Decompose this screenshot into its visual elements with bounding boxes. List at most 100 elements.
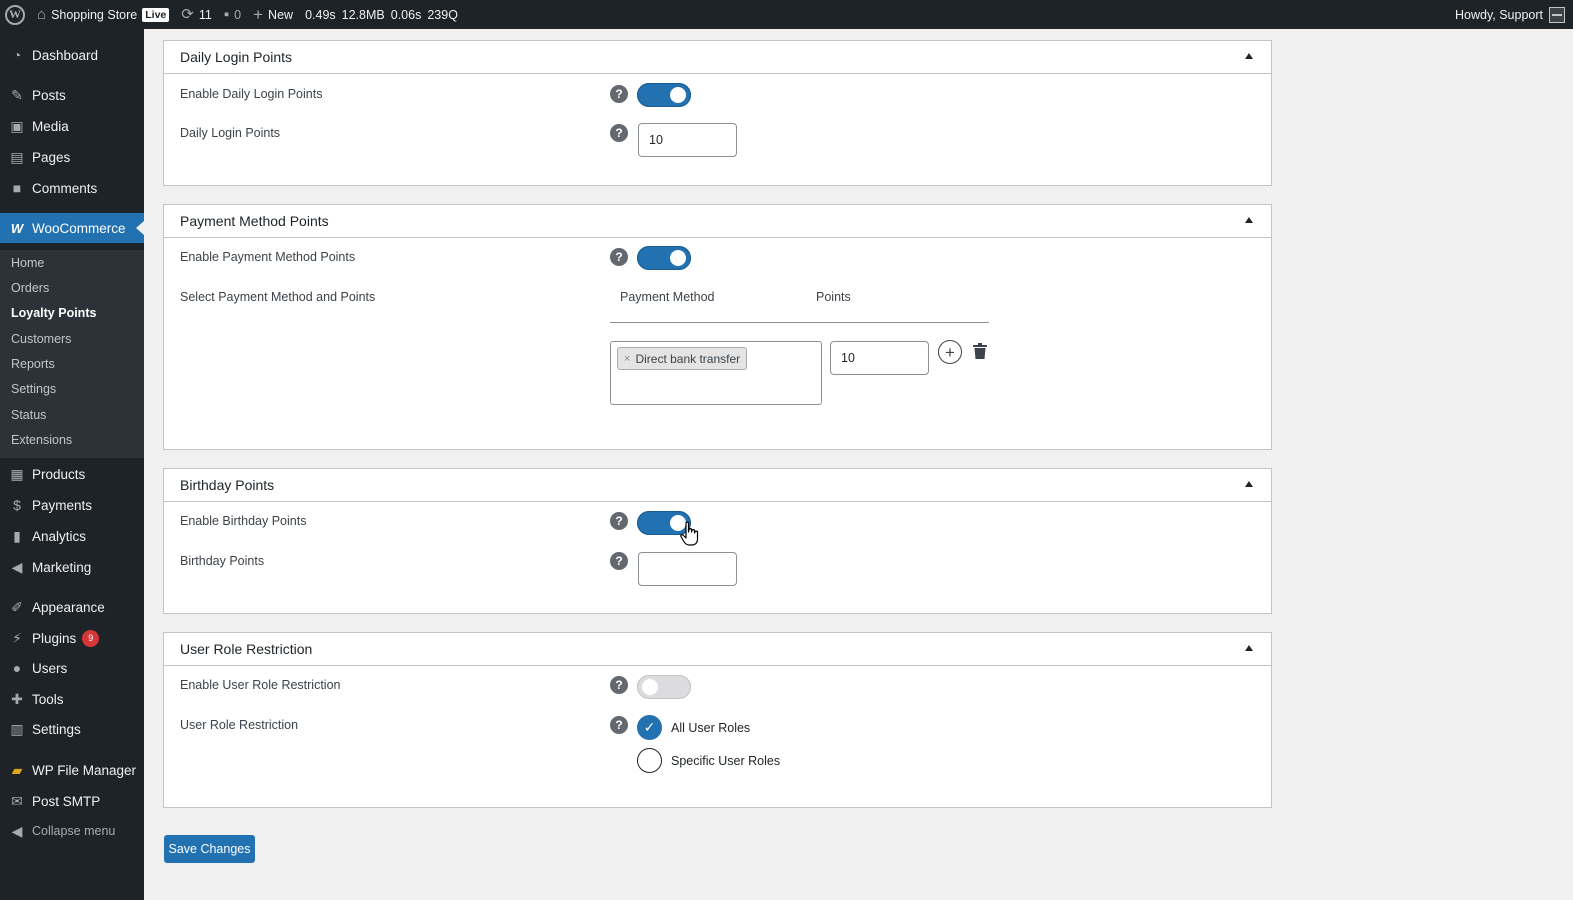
site-name-link[interactable]: ⌂ Shopping Store Live <box>31 0 175 29</box>
menu-settings[interactable]: ▥ Settings <box>0 714 144 744</box>
birthday-points-input[interactable] <box>638 552 737 586</box>
menu-label: Analytics <box>32 528 87 544</box>
submenu-home[interactable]: Home <box>11 256 44 270</box>
help-icon[interactable]: ? <box>610 512 628 530</box>
menu-label: Collapse menu <box>32 824 116 838</box>
menu-label: Media <box>32 118 69 134</box>
panel-title: Payment Method Points <box>180 213 329 229</box>
collapse-arrow-icon[interactable] <box>1245 217 1253 223</box>
help-icon[interactable]: ? <box>610 248 628 266</box>
enable-payment-method-toggle[interactable] <box>637 246 691 270</box>
collapse-arrow-icon[interactable] <box>1245 53 1253 59</box>
panel-header[interactable]: Payment Method Points <box>164 205 1271 238</box>
menu-post-smtp[interactable]: ✉ Post SMTP <box>0 786 144 816</box>
all-user-roles-radio[interactable]: ✓ <box>637 715 662 740</box>
home-icon: ⌂ <box>37 6 47 23</box>
refresh-icon: ⟳ <box>181 6 194 23</box>
products-icon: ▦ <box>10 465 24 482</box>
payment-method-column-header: Payment Method <box>620 290 715 304</box>
chip-label: Direct bank transfer <box>635 351 741 366</box>
menu-users[interactable]: ● Users <box>0 653 144 683</box>
menu-woocommerce[interactable]: W WooCommerce <box>0 213 144 243</box>
menu-pages[interactable]: ▤ Pages <box>0 142 144 172</box>
menu-tools[interactable]: ✚ Tools <box>0 684 144 714</box>
query-monitor-link[interactable]: 0.49s 12.8MB 0.06s 239Q <box>299 0 464 29</box>
panel-header[interactable]: Birthday Points <box>164 469 1271 502</box>
all-user-roles-label[interactable]: All User Roles <box>671 721 750 735</box>
birthday-points-panel: Birthday Points Enable Birthday Points ?… <box>163 468 1272 614</box>
perf-queries: 239Q <box>427 7 458 22</box>
daily-login-points-panel: Daily Login Points Enable Daily Login Po… <box>163 40 1272 186</box>
new-content-link[interactable]: + New <box>247 0 299 29</box>
menu-media[interactable]: ▣ Media <box>0 111 144 141</box>
submenu-customers[interactable]: Customers <box>11 332 71 346</box>
enable-daily-login-label: Enable Daily Login Points <box>180 87 323 101</box>
payment-method-points-input[interactable] <box>830 341 929 375</box>
enable-birthday-label: Enable Birthday Points <box>180 514 307 528</box>
menu-appearance[interactable]: ✐ Appearance <box>0 592 144 622</box>
menu-comments[interactable]: ■ Comments <box>0 173 144 203</box>
pages-icon: ▤ <box>10 148 24 165</box>
panel-header[interactable]: User Role Restriction <box>164 633 1271 666</box>
help-icon[interactable]: ? <box>610 85 628 103</box>
users-icon: ● <box>12 660 22 676</box>
hand-pointer-cursor-icon <box>680 521 699 546</box>
comments-count: 0 <box>234 7 242 22</box>
help-icon[interactable]: ? <box>610 676 628 694</box>
panel-header[interactable]: Daily Login Points <box>164 41 1271 74</box>
chip-remove-icon[interactable]: × <box>624 353 630 365</box>
menu-collapse[interactable]: ◀ Collapse menu <box>0 816 144 846</box>
menu-label: Comments <box>32 180 98 196</box>
menu-marketing[interactable]: ◀ Marketing <box>0 552 144 582</box>
help-icon[interactable]: ? <box>610 716 628 734</box>
panel-title: User Role Restriction <box>180 641 313 657</box>
woocommerce-icon: W <box>10 220 24 236</box>
enable-payment-method-label: Enable Payment Method Points <box>180 250 356 264</box>
submenu-extensions[interactable]: Extensions <box>11 433 72 447</box>
enable-daily-login-toggle[interactable] <box>637 83 691 107</box>
daily-login-points-label: Daily Login Points <box>180 126 281 140</box>
menu-dashboard[interactable]: ◔ Dashboard <box>0 40 144 70</box>
submenu-reports[interactable]: Reports <box>11 357 55 371</box>
menu-payments[interactable]: $ Payments <box>0 490 144 520</box>
perf-db-time: 0.06s <box>390 7 422 22</box>
points-column-header: Points <box>816 290 851 304</box>
select-payment-method-label: Select Payment Method and Points <box>180 290 376 304</box>
help-icon[interactable]: ? <box>610 552 628 570</box>
menu-posts[interactable]: ✎ Posts <box>0 80 144 110</box>
submenu-orders[interactable]: Orders <box>11 281 49 295</box>
collapse-arrow-icon[interactable] <box>1245 645 1253 651</box>
save-changes-button[interactable]: Save Changes <box>164 835 255 863</box>
daily-login-points-input[interactable] <box>638 123 737 157</box>
submenu-settings[interactable]: Settings <box>11 382 56 396</box>
toggle-knob <box>642 679 658 695</box>
submenu-loyalty-points[interactable]: Loyalty Points <box>11 306 96 320</box>
megaphone-icon: ◀ <box>11 558 23 575</box>
menu-products[interactable]: ▦ Products <box>0 459 144 489</box>
menu-label: Products <box>32 466 86 482</box>
comments-link[interactable]: ▪ 0 <box>218 0 247 29</box>
specific-user-roles-radio[interactable] <box>637 748 662 773</box>
updates-link[interactable]: ⟳ 11 <box>175 0 218 29</box>
menu-wp-file-manager[interactable]: ▰ WP File Manager <box>0 755 144 785</box>
help-icon[interactable]: ? <box>610 124 628 142</box>
table-divider <box>610 322 989 323</box>
specific-user-roles-label[interactable]: Specific User Roles <box>671 754 780 768</box>
enable-user-role-label: Enable User Role Restriction <box>180 678 341 692</box>
menu-plugins[interactable]: ⚡ Plugins 9 <box>0 623 144 653</box>
payment-method-select[interactable]: × Direct bank transfer <box>610 341 822 405</box>
menu-label: Post SMTP <box>32 793 101 809</box>
add-row-plus-icon[interactable]: + <box>938 340 962 364</box>
selected-method-chip: × Direct bank transfer <box>617 347 748 370</box>
delete-trash-icon[interactable] <box>973 343 987 359</box>
submenu-status[interactable]: Status <box>11 408 46 422</box>
my-account-menu[interactable]: Howdy, Support <box>1455 6 1573 23</box>
comment-bubble-icon: ▪ <box>223 6 230 23</box>
panel-title: Birthday Points <box>180 477 275 493</box>
menu-label: Appearance <box>32 599 105 615</box>
menu-analytics[interactable]: ▮ Analytics <box>0 521 144 551</box>
enable-user-role-toggle[interactable] <box>637 675 691 699</box>
collapse-arrow-icon[interactable] <box>1245 481 1253 487</box>
menu-label: Posts <box>32 87 66 103</box>
wp-logo-menu[interactable]: W <box>0 0 31 29</box>
